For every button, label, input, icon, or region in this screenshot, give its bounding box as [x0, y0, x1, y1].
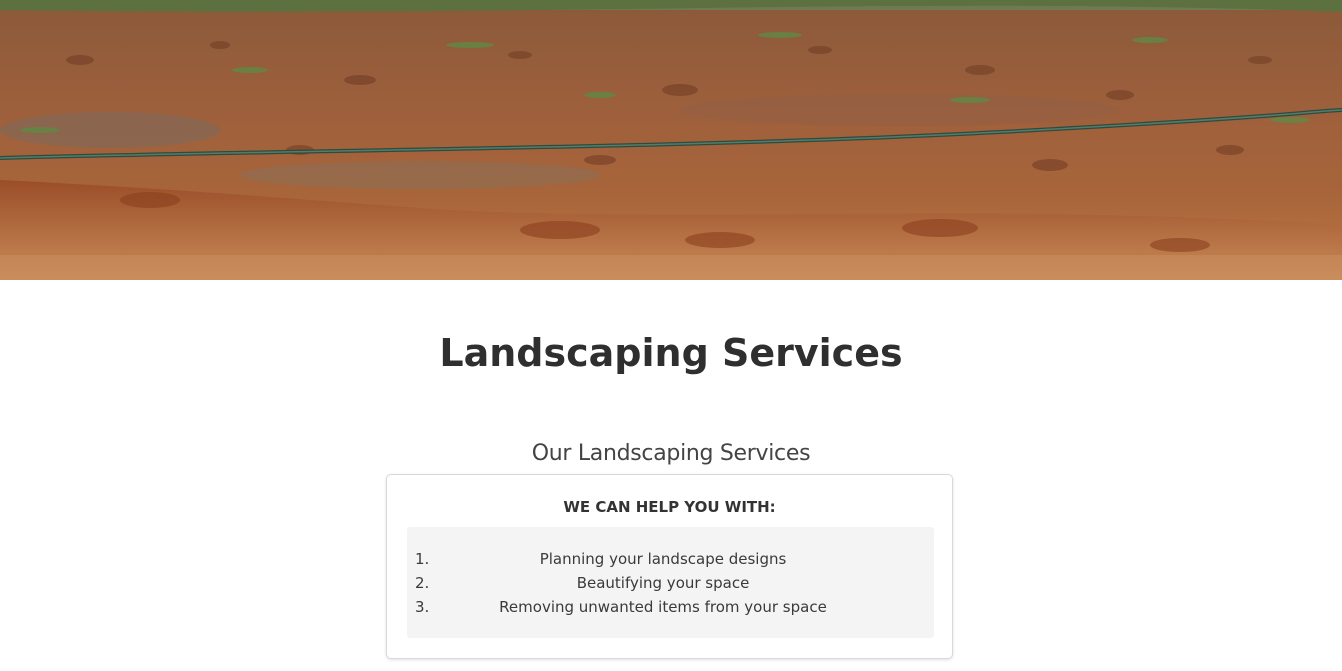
section-subtitle: Our Landscaping Services	[531, 441, 811, 466]
page-title: Landscaping Services	[439, 331, 903, 375]
card-heading: WE CAN HELP YOU WITH:	[563, 498, 776, 516]
list-item-text: Planning your landscape designs	[539, 550, 787, 568]
hero-image	[0, 0, 1342, 280]
services-list: 1. Planning your landscape designs 2. Be…	[407, 527, 934, 638]
list-item: 1. Planning your landscape designs	[407, 547, 934, 571]
list-item: 2. Beautifying your space	[407, 571, 934, 595]
soil-field-illustration	[0, 0, 1342, 280]
list-item: 3. Removing unwanted items from your spa…	[407, 595, 934, 619]
list-item-text: Beautifying your space	[576, 574, 750, 592]
list-item-text: Removing unwanted items from your space	[499, 598, 827, 616]
services-card: WE CAN HELP YOU WITH: 1. Planning your l…	[386, 474, 953, 659]
